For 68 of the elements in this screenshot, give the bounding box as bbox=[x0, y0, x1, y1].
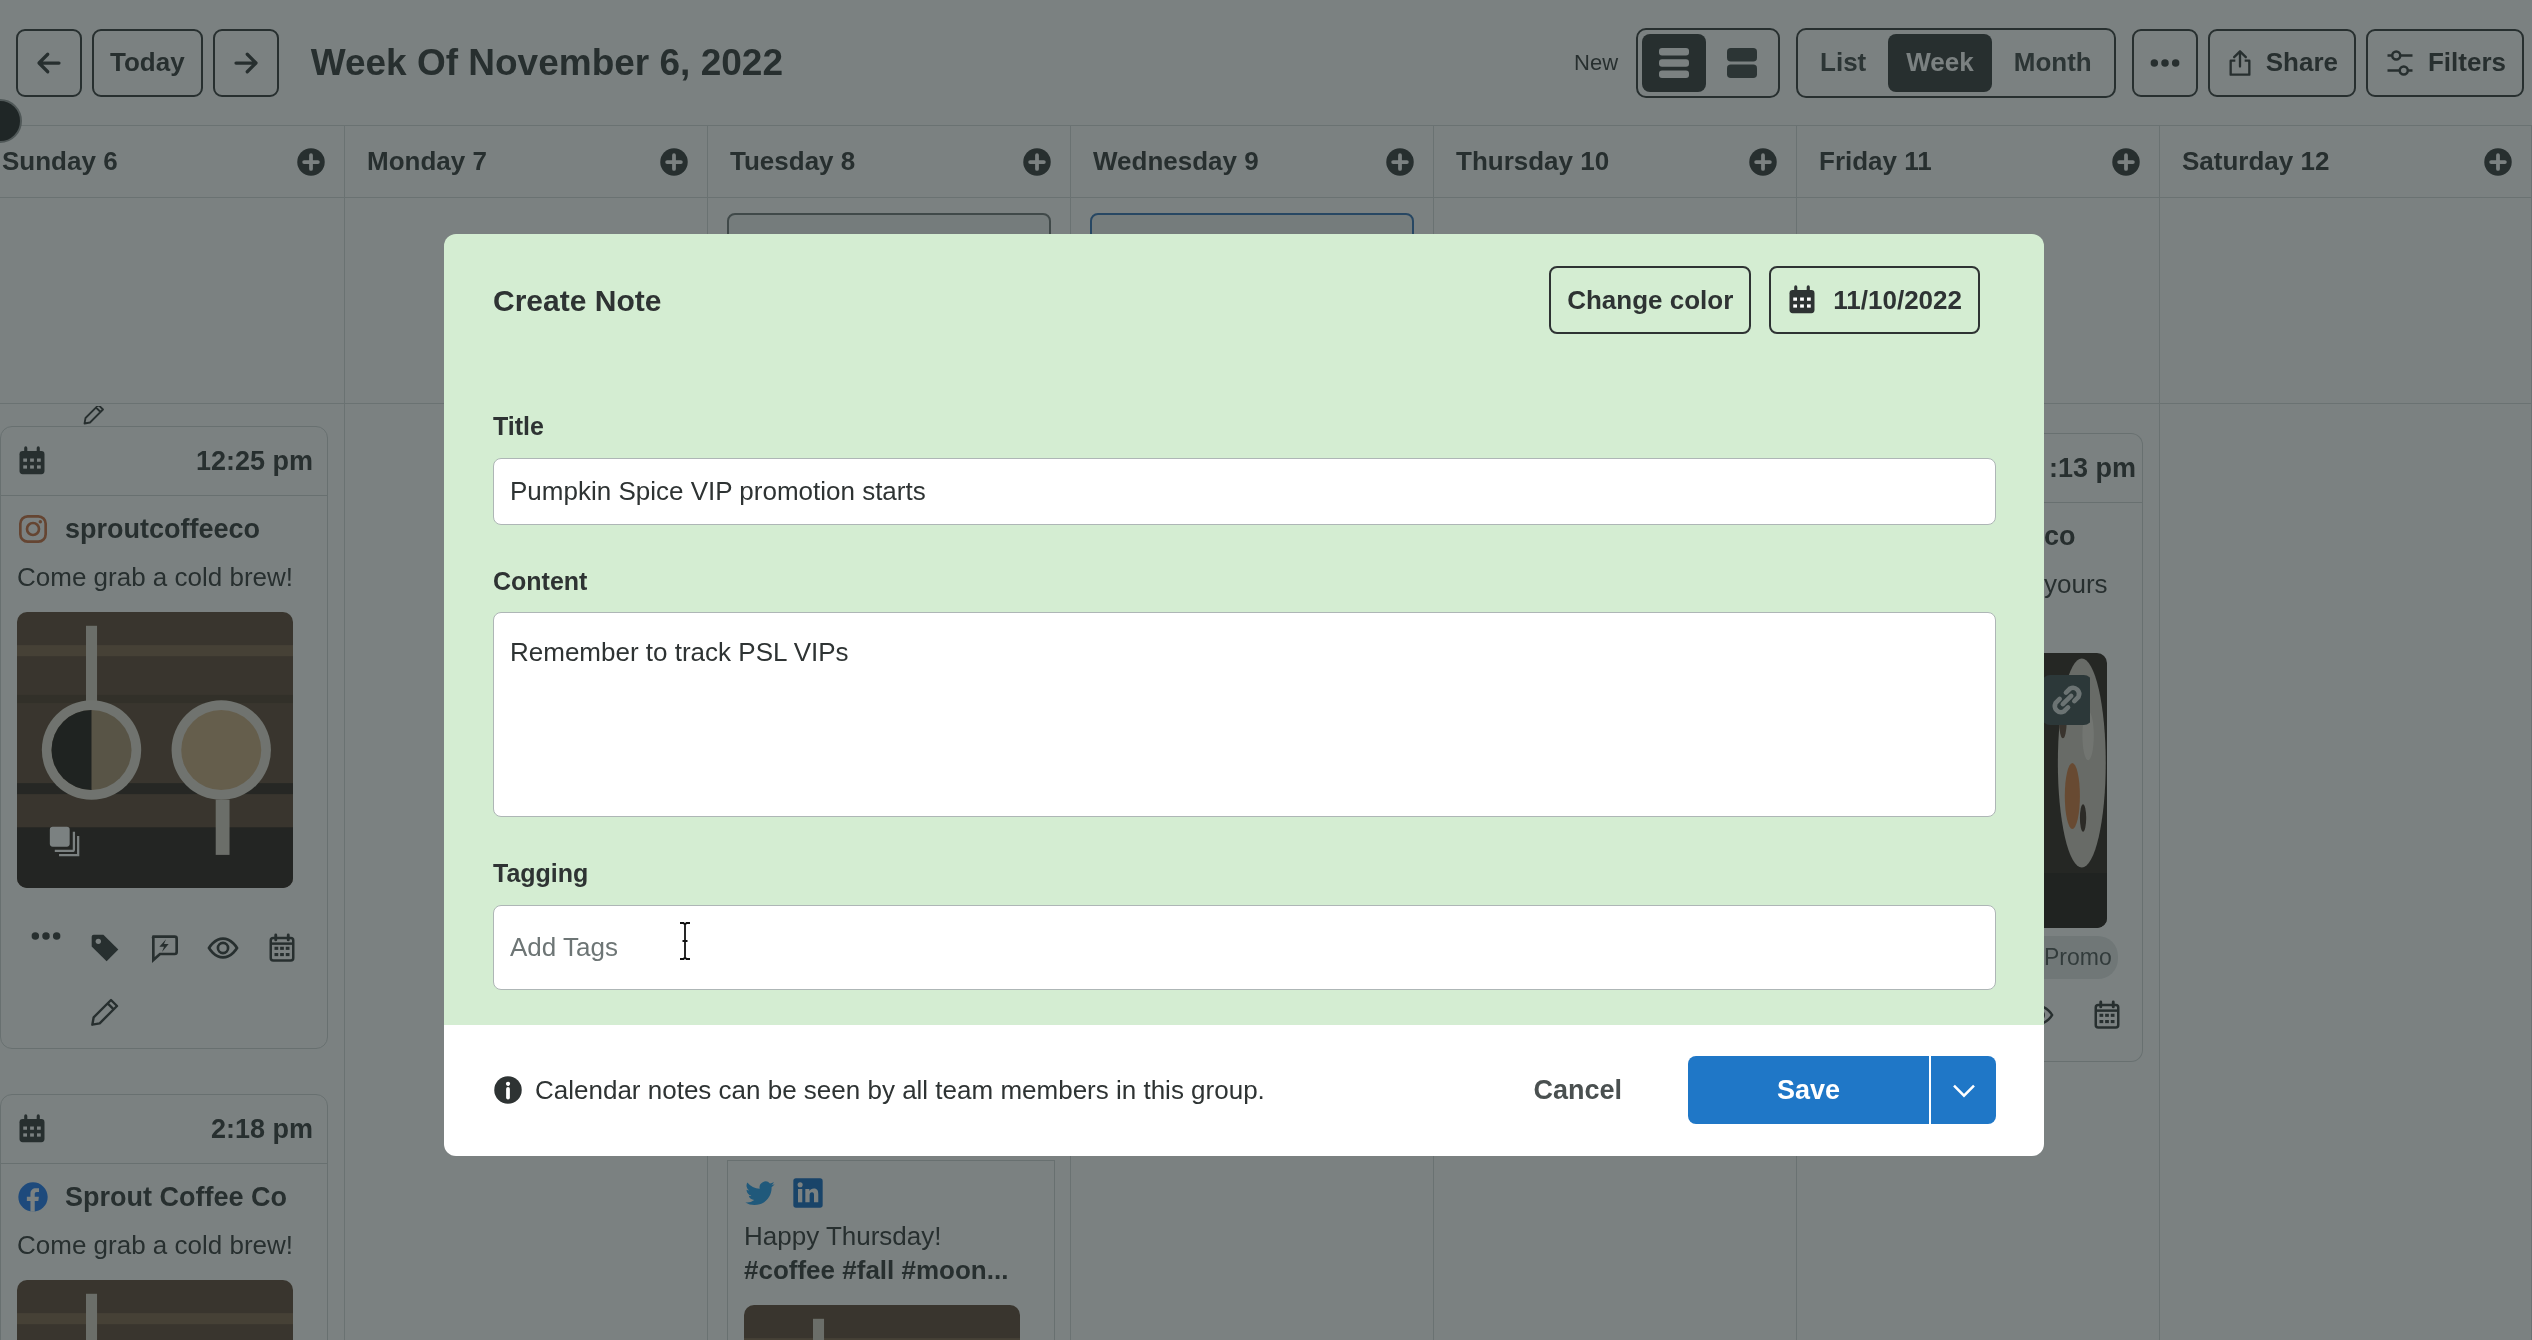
add-icon[interactable] bbox=[659, 146, 689, 177]
linkedin-icon bbox=[792, 1177, 824, 1209]
add-icon[interactable] bbox=[2483, 146, 2513, 177]
date-button[interactable]: 11/10/2022 bbox=[1769, 266, 1980, 334]
filters-button[interactable]: Filters bbox=[2365, 28, 2524, 97]
calendar-icon bbox=[1787, 285, 1818, 315]
more-icon bbox=[2149, 58, 2180, 67]
day-header: Friday 11 bbox=[1819, 145, 1932, 178]
day-header: Sunday 6 bbox=[2, 145, 118, 178]
account-name: co bbox=[2044, 519, 2076, 553]
field-label: Title bbox=[493, 411, 545, 442]
day-header: Thursday 10 bbox=[1456, 145, 1610, 178]
today-button[interactable]: Today bbox=[92, 28, 203, 97]
post-time: 2:18 pm bbox=[210, 1112, 313, 1146]
day-header: Monday 7 bbox=[367, 145, 487, 178]
add-icon[interactable] bbox=[2111, 146, 2141, 177]
post-text: yours bbox=[2044, 568, 2108, 601]
post-time: 12:25 pm bbox=[195, 444, 313, 478]
save-button[interactable]: Save bbox=[1688, 1056, 1929, 1124]
add-icon[interactable] bbox=[1022, 146, 1052, 177]
info-text: Calendar notes can be seen by all team members in this group. bbox=[535, 1073, 1265, 1107]
info-icon bbox=[493, 1075, 523, 1105]
more-icon[interactable] bbox=[31, 932, 62, 940]
day-header: Tuesday 8 bbox=[730, 145, 856, 178]
layout-option[interactable] bbox=[1642, 33, 1707, 92]
facebook-icon bbox=[17, 1181, 49, 1213]
view-tab[interactable]: Month bbox=[1995, 33, 2110, 92]
cancel-button[interactable]: Cancel bbox=[1527, 1068, 1628, 1112]
post-text: Come grab a cold brew! bbox=[17, 1229, 294, 1262]
calendar-icon[interactable] bbox=[266, 932, 297, 964]
pencil-icon[interactable] bbox=[82, 406, 106, 426]
add-icon[interactable] bbox=[1385, 146, 1415, 177]
post-card[interactable]: :13 pm co yours Promo bbox=[2044, 433, 2143, 1062]
new-label: New bbox=[1574, 49, 1619, 77]
previous-week-button[interactable] bbox=[16, 28, 82, 97]
tag-label: Promo bbox=[2044, 936, 2118, 979]
post-card[interactable]: 2:18 pm Sprout Coffee Co Come grab a cold brew! bbox=[0, 1094, 328, 1340]
more-button[interactable] bbox=[2131, 28, 2198, 97]
account-name: Sprout Coffee Co bbox=[65, 1180, 287, 1214]
post-card[interactable]: Happy Thursday! #coffee #fall #moon... bbox=[727, 1160, 1055, 1340]
instagram-icon bbox=[17, 513, 49, 545]
calendar-icon bbox=[17, 446, 47, 476]
field-label: Content bbox=[493, 565, 589, 597]
next-week-button[interactable] bbox=[212, 28, 279, 97]
title-field[interactable]: Pumpkin Spice VIP promotion starts bbox=[493, 457, 1996, 525]
stack-icon bbox=[47, 824, 81, 858]
post-time: :13 pm bbox=[2048, 451, 2136, 485]
post-card[interactable]: 12:25 pm sproutcoffeeco Come grab a cold brew! bbox=[0, 426, 328, 1049]
day-header: Wednesday 9 bbox=[1093, 145, 1259, 178]
share-button[interactable]: Share bbox=[2207, 28, 2356, 97]
post-text: Happy Thursday! bbox=[744, 1220, 942, 1253]
add-icon[interactable] bbox=[296, 146, 326, 177]
view-tab[interactable]: Week bbox=[1888, 33, 1992, 92]
content-field[interactable]: Remember to track PSL VIPs bbox=[493, 612, 1996, 817]
post-hashtags: #coffee #fall #moon... bbox=[744, 1254, 1009, 1287]
week-title: Week Of November 6, 2022 bbox=[310, 40, 783, 85]
post-text: Come grab a cold brew! bbox=[17, 561, 294, 594]
calendar-icon bbox=[17, 1114, 47, 1144]
save-options-button[interactable] bbox=[1929, 1056, 1996, 1124]
add-icon[interactable] bbox=[1748, 146, 1778, 177]
modal-title: Create Note bbox=[493, 282, 662, 319]
change-color-button[interactable]: Change color bbox=[1549, 266, 1752, 334]
tags-field[interactable]: Add Tags bbox=[493, 904, 1996, 990]
calendar-icon[interactable] bbox=[2092, 998, 2122, 1031]
account-name: sproutcoffeeco bbox=[65, 512, 261, 546]
field-label: Tagging bbox=[493, 858, 590, 889]
day-header: Saturday 12 bbox=[2182, 145, 2330, 178]
view-tab[interactable]: List bbox=[1802, 33, 1885, 92]
